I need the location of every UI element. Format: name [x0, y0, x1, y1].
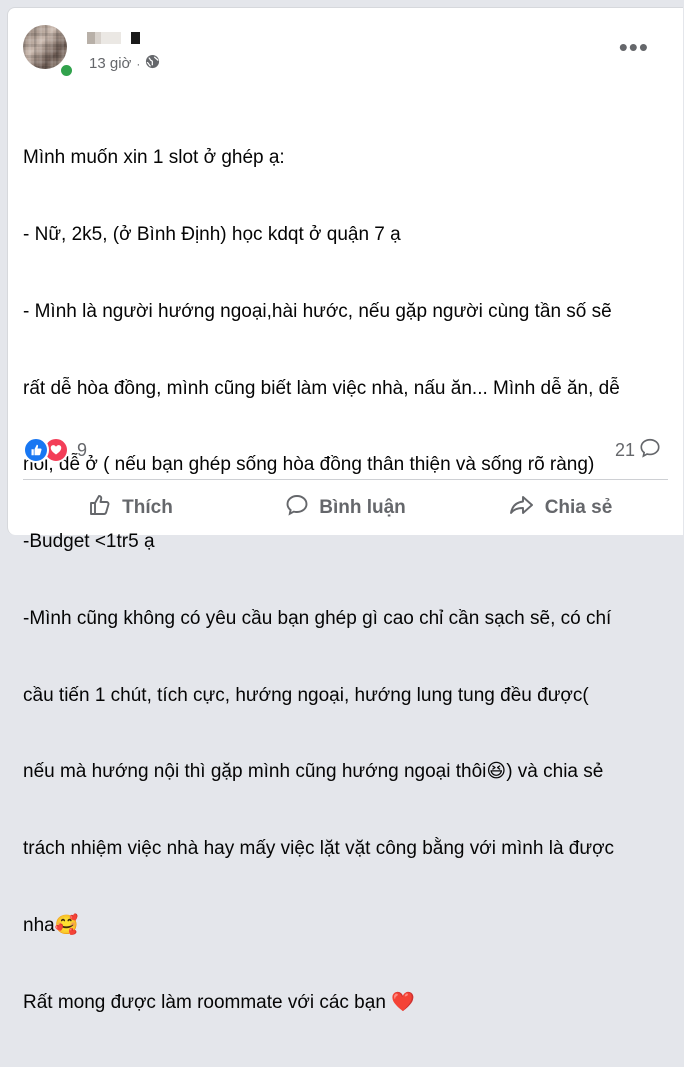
- action-bar: Thích Bình luận Chia sẻ: [23, 486, 668, 530]
- reaction-count: 9: [77, 439, 88, 460]
- post-line: nha🥰: [23, 915, 79, 936]
- post-line: - Nữ, 2k5, (ở Bình Định) học kdqt ở quận…: [23, 223, 401, 245]
- post-line: rất dễ hòa đồng, mình cũng biết làm việc…: [23, 377, 620, 399]
- post-line: nói, dễ ở ( nếu bạn ghép sống hòa đồng t…: [23, 454, 595, 476]
- globe-icon: [145, 54, 160, 73]
- thumbs-up-icon: [88, 493, 112, 523]
- share-button[interactable]: Chia sẻ: [453, 486, 668, 530]
- like-reaction-icon: [23, 437, 49, 463]
- share-label: Chia sẻ: [544, 497, 613, 518]
- comment-bubble-icon: [639, 437, 661, 464]
- post-line: -Budget <1tr5 ạ: [23, 531, 155, 553]
- like-button[interactable]: Thích: [23, 486, 238, 530]
- post-line: -Mình cũng không có yêu cầu bạn ghép gì …: [23, 607, 612, 629]
- post-line: cầu tiến 1 chút, tích cực, hướng ngoại, …: [23, 684, 589, 706]
- comment-icon: [285, 493, 309, 523]
- comment-button[interactable]: Bình luận: [238, 486, 453, 530]
- post-line: Rất mong được làm roommate với các bạn ❤…: [23, 991, 415, 1013]
- more-options-icon[interactable]: •••: [619, 34, 649, 60]
- comment-label: Bình luận: [319, 497, 406, 518]
- comment-count: 21: [614, 440, 635, 460]
- meta-separator: ·: [136, 56, 141, 71]
- post-meta: 13 giờ ·: [89, 54, 160, 73]
- post-line: - Mình là người hướng ngoại,hài hước, nế…: [23, 300, 612, 322]
- post-time[interactable]: 13 giờ: [89, 55, 131, 72]
- post-line: nếu mà hướng nội thì gặp mình cũng hướng…: [23, 761, 604, 783]
- divider: [23, 479, 668, 480]
- author-name-redacted[interactable]: [87, 32, 157, 44]
- post-body: Mình muốn xin 1 slot ở ghép ạ: - Nữ, 2k5…: [23, 94, 683, 1067]
- comment-summary[interactable]: 21: [615, 437, 661, 464]
- avatar[interactable]: [23, 25, 67, 69]
- post-card: 13 giờ · ••• Mình muốn xin 1 slot ở ghép…: [7, 7, 683, 1013]
- online-status-dot: [59, 63, 74, 78]
- post-line: Mình muốn xin 1 slot ở ghép ạ:: [23, 147, 285, 169]
- post-line: trách nhiệm việc nhà hay mấy việc lặt vặ…: [23, 838, 615, 860]
- reaction-summary[interactable]: 9: [23, 437, 87, 463]
- like-label: Thích: [122, 497, 173, 518]
- share-arrow-icon: [509, 493, 535, 523]
